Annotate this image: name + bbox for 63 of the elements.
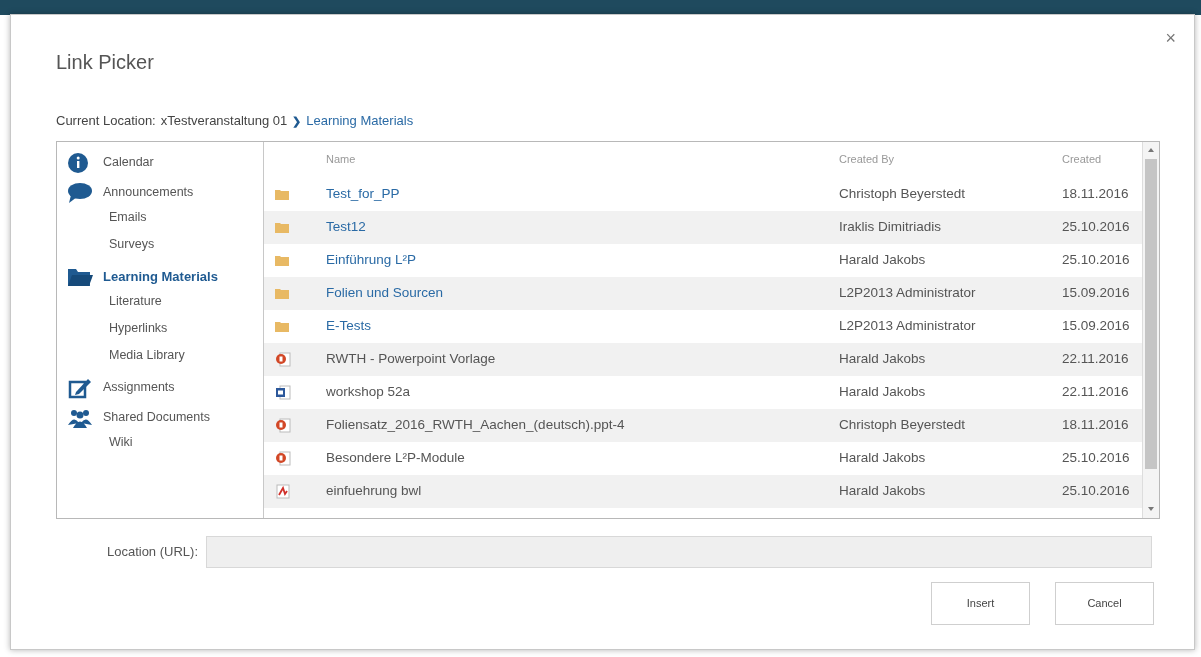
table-cell: Harald Jakobs [839, 350, 926, 366]
scrollbar[interactable] [1142, 141, 1159, 518]
table-cell: 22.11.2016 [1062, 383, 1129, 399]
file-link[interactable]: RWTH - Powerpoint Vorlage [326, 350, 496, 366]
table-cell: 18.11.2016 [1062, 185, 1129, 201]
folder-icon [275, 221, 289, 234]
dialog-title: Link Picker [56, 50, 154, 75]
folder-link[interactable]: Test_for_PP [326, 185, 400, 201]
table-cell: Christoph Beyerstedt [839, 185, 966, 201]
table-cell: Iraklis Dimitriadis [839, 218, 941, 234]
sidebar-subitem[interactable]: Wiki [109, 428, 263, 456]
sidebar-subitem[interactable]: Surveys [109, 230, 263, 258]
sidebar-item[interactable]: Learning Materials [103, 266, 218, 287]
table-cell: Christoph Beyerstedt [839, 416, 966, 432]
folder-icon [275, 320, 289, 333]
table-cell: 25.10.2016 [1062, 251, 1130, 267]
table-cell: 25.10.2016 [1062, 482, 1130, 498]
breadcrumb-current[interactable]: Learning Materials [306, 111, 414, 131]
file-link[interactable]: workshop 52a [326, 383, 411, 399]
edit-icon [67, 376, 93, 399]
table-cell: 22.11.2016 [1062, 350, 1129, 366]
sidebar-subitem[interactable]: Media Library [109, 341, 263, 369]
table-cell: Harald Jakobs [839, 251, 926, 267]
speech-bubble-icon [67, 181, 93, 204]
sidebar-item[interactable]: Calendar [103, 153, 154, 172]
folder-link[interactable]: E-Tests [326, 317, 371, 333]
cancel-button[interactable]: Cancel [1055, 581, 1154, 625]
folder-icon [275, 287, 289, 300]
presentation-file-icon [275, 351, 291, 368]
table-cell: Harald Jakobs [839, 383, 926, 399]
document-file-icon [275, 384, 291, 401]
folder-link[interactable]: Folien und Sourcen [326, 284, 444, 300]
table-cell: L2P2013 Administrator [839, 284, 976, 300]
sidebar-subitem[interactable]: Literature [109, 287, 263, 315]
file-link[interactable]: einfuehrung bwl [326, 482, 422, 498]
sidebar-subitem[interactable]: Hyperlinks [109, 314, 263, 342]
pdf-file-icon [275, 483, 291, 500]
presentation-file-icon [275, 450, 291, 467]
table-cell: Harald Jakobs [839, 449, 926, 465]
table-cell: 15.09.2016 [1062, 284, 1130, 300]
sidebar-subitem[interactable]: Emails [109, 203, 263, 231]
table-cell: 15.09.2016 [1062, 317, 1130, 333]
breadcrumb-link[interactable]: xTestveranstaltung 01 [160, 111, 288, 131]
folder-link[interactable]: Test12 [326, 218, 366, 234]
sidebar-item[interactable]: Assignments [103, 378, 175, 397]
presentation-file-icon [275, 417, 291, 434]
table-cell: 25.10.2016 [1062, 449, 1130, 465]
sidebar-item[interactable]: Shared Documents [103, 408, 210, 427]
file-link[interactable]: Foliensatz_2016_RWTH_Aachen_(deutsch).ppt-4 [326, 416, 625, 432]
table-cell: L2P2013 Administrator [839, 317, 976, 333]
folder-link[interactable]: Einführung L²P [326, 251, 417, 267]
chevron-separator: ❯ [292, 113, 302, 129]
folder-icon [275, 254, 289, 267]
sidebar-item[interactable]: Announcements [103, 183, 194, 202]
table-cell: Harald Jakobs [839, 482, 926, 498]
breadcrumb-label: Current Location: [56, 112, 156, 130]
insert-button[interactable]: Insert [931, 581, 1030, 625]
table-cell: 18.11.2016 [1062, 416, 1129, 432]
table-cell: 25.10.2016 [1062, 218, 1130, 234]
close-button[interactable]: × [1161, 27, 1180, 49]
file-link[interactable]: Besondere L²P-Module [326, 449, 465, 465]
folder-icon [275, 188, 289, 201]
field-label: Location (URL): [105, 542, 198, 561]
